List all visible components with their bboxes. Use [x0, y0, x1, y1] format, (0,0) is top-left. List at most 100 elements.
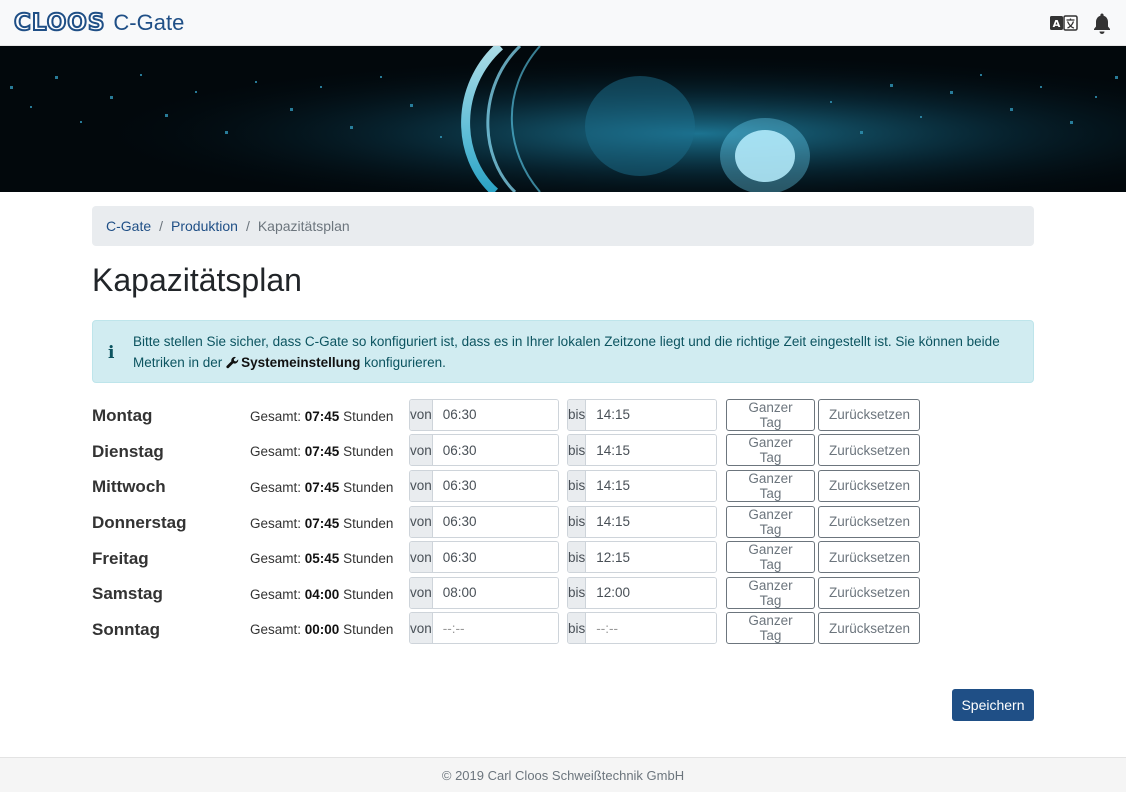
from-time-group: von: [409, 434, 559, 467]
day-total: Gesamt: 07:45 Stunden: [250, 477, 409, 495]
schedule-row: Dienstag Gesamt: 07:45 Stunden von bis G…: [92, 433, 1034, 469]
schedule-row: Donnerstag Gesamt: 07:45 Stunden von bis…: [92, 504, 1034, 540]
from-time-input[interactable]: [432, 399, 558, 430]
from-time-group: von: [409, 469, 559, 502]
total-prefix: Gesamt:: [250, 622, 302, 638]
to-time-group: bis: [567, 398, 717, 431]
to-label: bis: [568, 435, 587, 466]
total-suffix: Stunden: [343, 551, 394, 567]
to-time-input[interactable]: [586, 399, 716, 430]
from-label: von: [410, 435, 433, 466]
day-total: Gesamt: 04:00 Stunden: [250, 584, 409, 602]
reset-button[interactable]: Zurücksetzen: [818, 469, 920, 502]
schedule-row: Montag Gesamt: 07:45 Stunden von bis Gan…: [92, 397, 1034, 433]
total-value: 05:45: [304, 551, 340, 567]
total-prefix: Gesamt:: [250, 586, 302, 602]
to-time-input[interactable]: [586, 506, 716, 537]
cloos-logo: CLOOS: [13, 9, 106, 37]
total-value: 07:45: [304, 408, 340, 424]
full-day-button[interactable]: Ganzer Tag: [726, 434, 815, 467]
full-day-button[interactable]: Ganzer Tag: [726, 541, 815, 574]
reset-button[interactable]: Zurücksetzen: [818, 541, 920, 574]
save-button[interactable]: Speichern: [952, 689, 1034, 721]
from-time-group: von: [409, 612, 559, 645]
reset-button[interactable]: Zurücksetzen: [818, 398, 920, 431]
schedule-row: Sonntag Gesamt: 00:00 Stunden von bis Ga…: [92, 611, 1034, 647]
from-label: von: [410, 470, 433, 501]
from-time-group: von: [409, 576, 559, 609]
from-label: von: [410, 577, 433, 608]
breadcrumb-separator: /: [159, 218, 164, 234]
day-total: Gesamt: 07:45 Stunden: [250, 513, 409, 531]
total-value: 04:00: [304, 586, 340, 602]
footer-copyright: © 2019 Carl Cloos Schweißtechnik GmbH: [441, 767, 685, 783]
full-day-button[interactable]: Ganzer Tag: [726, 469, 815, 502]
breadcrumb-separator: /: [245, 218, 250, 234]
wrench-icon: [226, 356, 239, 369]
from-time-input[interactable]: [432, 506, 558, 537]
full-day-button[interactable]: Ganzer Tag: [726, 505, 815, 538]
total-prefix: Gesamt:: [250, 479, 302, 495]
from-time-input[interactable]: [432, 542, 558, 573]
full-day-button[interactable]: Ganzer Tag: [726, 576, 815, 609]
to-label: bis: [568, 506, 587, 537]
to-time-input[interactable]: [586, 435, 716, 466]
breadcrumb: C-Gate / Produktion / Kapazitätsplan: [92, 206, 1034, 246]
total-suffix: Stunden: [343, 444, 394, 460]
reset-button[interactable]: Zurücksetzen: [818, 505, 920, 538]
to-label: bis: [568, 470, 587, 501]
total-value: 00:00: [304, 622, 340, 638]
to-time-input[interactable]: [586, 542, 716, 573]
day-name: Montag: [92, 406, 153, 426]
schedule-row: Mittwoch Gesamt: 07:45 Stunden von bis G…: [92, 468, 1034, 504]
hero-banner: [0, 46, 1126, 192]
from-time-input[interactable]: [432, 470, 558, 501]
from-time-input[interactable]: [432, 613, 558, 644]
total-value: 07:45: [304, 515, 340, 531]
footer: © 2019 Carl Cloos Schweißtechnik GmbH: [0, 757, 1126, 792]
breadcrumb-item-produktion[interactable]: Produktion: [171, 218, 238, 234]
day-name: Donnerstag: [92, 513, 187, 533]
main-container: C-Gate / Produktion / Kapazitätsplan Kap…: [92, 192, 1034, 721]
day-total: Gesamt: 05:45 Stunden: [250, 548, 409, 566]
to-time-group: bis: [567, 612, 717, 645]
from-label: von: [410, 506, 433, 537]
bell-icon[interactable]: [1092, 12, 1112, 34]
system-settings-link[interactable]: Systemeinstellung: [241, 355, 360, 370]
to-time-input[interactable]: [586, 613, 716, 644]
from-time-group: von: [409, 505, 559, 538]
from-label: von: [410, 399, 433, 430]
day-name: Sonntag: [92, 619, 160, 639]
from-time-input[interactable]: [432, 435, 558, 466]
full-day-button[interactable]: Ganzer Tag: [726, 612, 815, 645]
day-name: Samstag: [92, 584, 163, 604]
from-label: von: [410, 542, 433, 573]
app-name: C-Gate: [113, 9, 185, 35]
from-time-group: von: [409, 398, 559, 431]
total-prefix: Gesamt:: [250, 444, 302, 460]
to-time-input[interactable]: [586, 577, 716, 608]
full-day-button[interactable]: Ganzer Tag: [726, 398, 815, 431]
page-title: Kapazitätsplan: [92, 262, 302, 298]
day-total: Gesamt: 00:00 Stunden: [250, 619, 409, 637]
alert-text-after: konfigurieren.: [364, 355, 446, 370]
reset-button[interactable]: Zurücksetzen: [818, 434, 920, 467]
total-suffix: Stunden: [343, 408, 394, 424]
to-label: bis: [568, 542, 587, 573]
translate-icon[interactable]: A: [1050, 14, 1078, 31]
schedule-row: Freitag Gesamt: 05:45 Stunden von bis Ga…: [92, 539, 1034, 575]
reset-button[interactable]: Zurücksetzen: [818, 576, 920, 609]
from-time-input[interactable]: [432, 577, 558, 608]
to-time-group: bis: [567, 576, 717, 609]
to-time-group: bis: [567, 505, 717, 538]
total-suffix: Stunden: [343, 586, 394, 602]
brand[interactable]: CLOOS C-Gate: [13, 9, 185, 37]
svg-text:A: A: [1053, 19, 1061, 30]
to-label: bis: [568, 577, 587, 608]
banner-image: [0, 46, 1126, 192]
from-time-group: von: [409, 541, 559, 574]
breadcrumb-item-cgate[interactable]: C-Gate: [106, 218, 151, 234]
reset-button[interactable]: Zurücksetzen: [818, 612, 920, 645]
total-value: 07:45: [304, 479, 340, 495]
to-time-input[interactable]: [586, 470, 716, 501]
